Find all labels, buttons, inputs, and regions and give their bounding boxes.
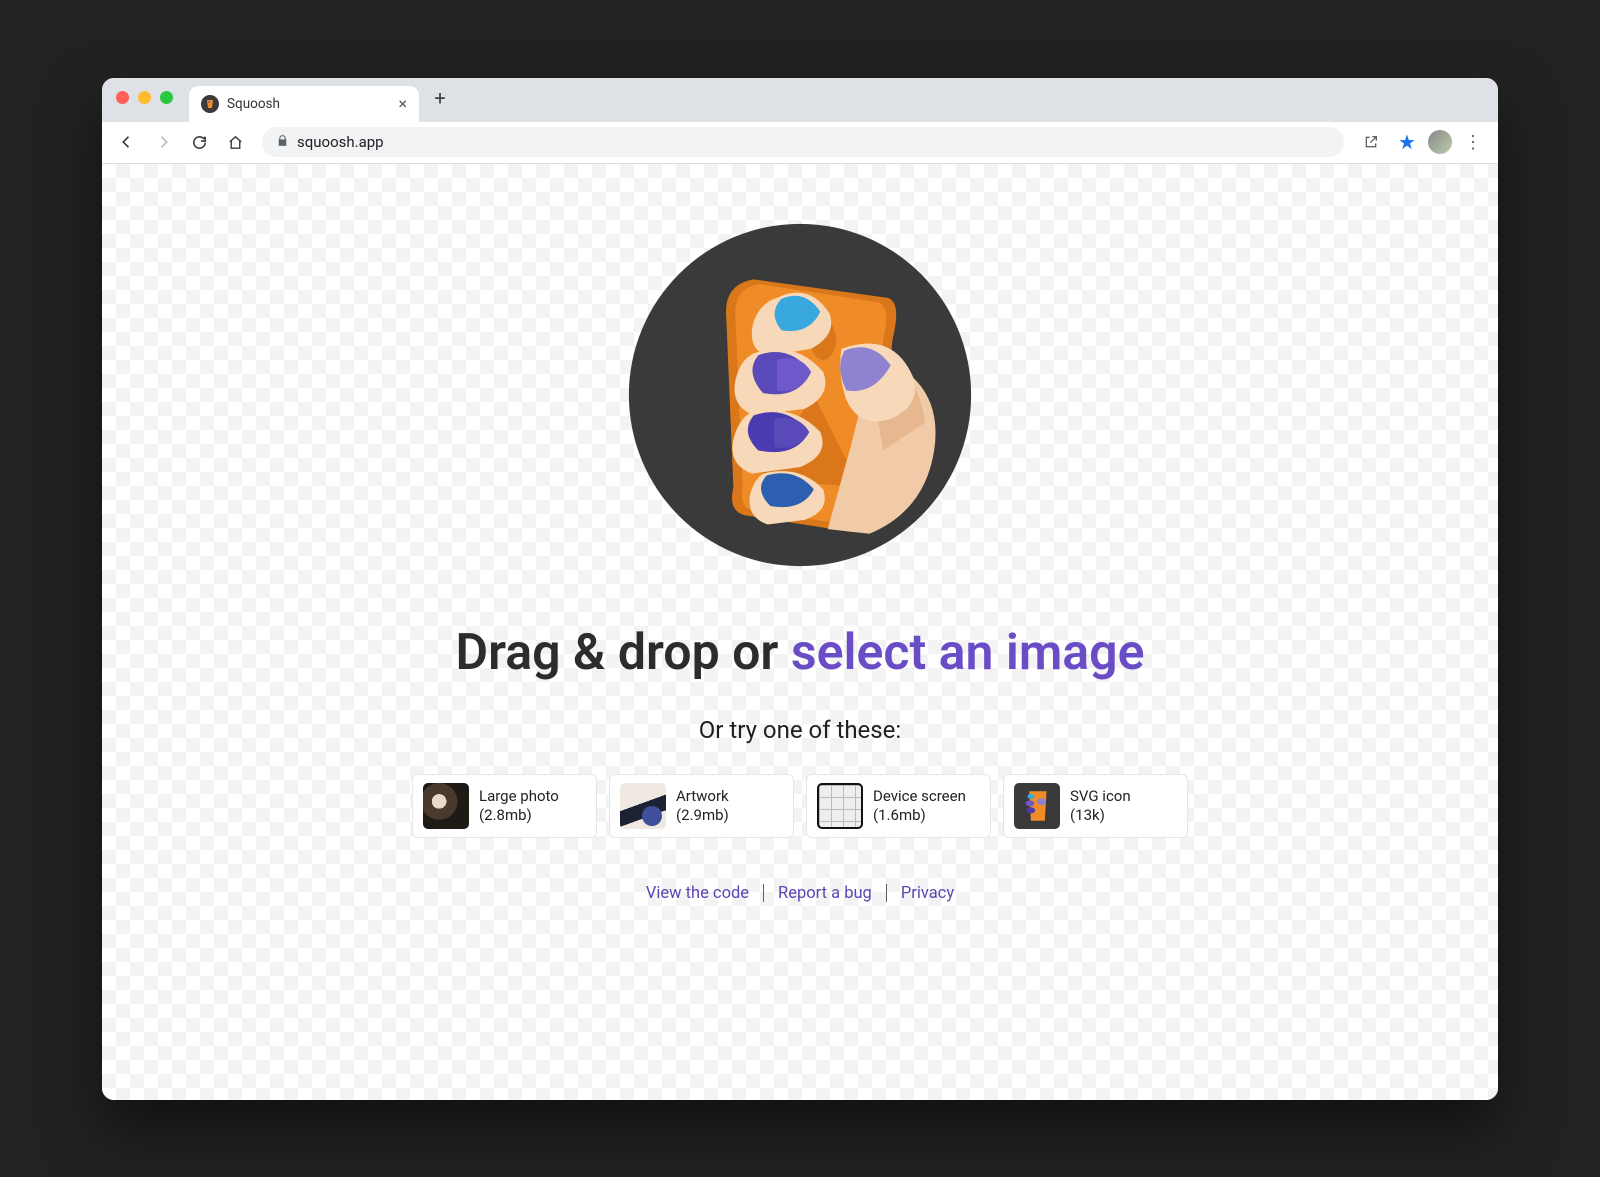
profile-avatar[interactable] [1428, 130, 1452, 154]
link-view-code[interactable]: View the code [646, 884, 749, 903]
sample-cards: Large photo (2.8mb) Artwork (2.9mb) Devi… [412, 774, 1188, 838]
subhead: Or try one of these: [699, 716, 901, 744]
sample-artwork[interactable]: Artwork (2.9mb) [609, 774, 794, 838]
page-content: Drag & drop or select an image Or try on… [102, 164, 1498, 1100]
headline-accent[interactable]: select an image [791, 624, 1145, 682]
reload-button[interactable] [184, 127, 214, 157]
headline[interactable]: Drag & drop or select an image [456, 624, 1145, 682]
favicon-icon [201, 95, 219, 113]
separator-icon [886, 884, 887, 902]
tab-strip: Squoosh × + [102, 78, 1498, 122]
maximize-window-icon[interactable] [160, 91, 173, 104]
close-tab-icon[interactable]: × [398, 94, 407, 113]
browser-tab[interactable]: Squoosh × [189, 86, 419, 122]
sample-device-screen[interactable]: Device screen (1.6mb) [806, 774, 991, 838]
sample-label: Device screen [873, 787, 966, 806]
close-window-icon[interactable] [116, 91, 129, 104]
window-controls [116, 91, 173, 104]
sample-size: (2.9mb) [676, 806, 729, 825]
thumb-artwork-icon [620, 783, 666, 829]
minimize-window-icon[interactable] [138, 91, 151, 104]
sample-label: SVG icon [1070, 787, 1131, 806]
back-button[interactable] [112, 127, 142, 157]
tab-title: Squoosh [227, 96, 280, 112]
sample-label: Large photo [479, 787, 559, 806]
sample-size: (13k) [1070, 806, 1131, 825]
separator-icon [763, 884, 764, 902]
browser-window: Squoosh × + squoosh.app ★ ⋮ [102, 78, 1498, 1100]
sample-svg-icon[interactable]: SVG icon (13k) [1003, 774, 1188, 838]
forward-button[interactable] [148, 127, 178, 157]
squoosh-logo-icon [615, 210, 985, 580]
footer-links: View the code Report a bug Privacy [646, 884, 954, 903]
sample-label: Artwork [676, 787, 729, 806]
lock-icon [276, 134, 289, 151]
new-tab-button[interactable]: + [425, 86, 455, 110]
headline-prefix: Drag & drop or [456, 624, 791, 682]
sample-large-photo[interactable]: Large photo (2.8mb) [412, 774, 597, 838]
browser-toolbar: squoosh.app ★ ⋮ [102, 122, 1498, 164]
thumb-svg-icon [1014, 783, 1060, 829]
address-bar[interactable]: squoosh.app [262, 127, 1344, 157]
url-text: squoosh.app [297, 133, 384, 151]
open-external-icon[interactable] [1356, 127, 1386, 157]
sample-size: (2.8mb) [479, 806, 559, 825]
bookmark-star-icon[interactable]: ★ [1392, 127, 1422, 157]
link-report-bug[interactable]: Report a bug [778, 884, 872, 903]
thumb-large-photo-icon [423, 783, 469, 829]
home-button[interactable] [220, 127, 250, 157]
link-privacy[interactable]: Privacy [901, 884, 954, 903]
menu-kebab-icon[interactable]: ⋮ [1458, 127, 1488, 157]
thumb-device-icon [817, 783, 863, 829]
sample-size: (1.6mb) [873, 806, 966, 825]
